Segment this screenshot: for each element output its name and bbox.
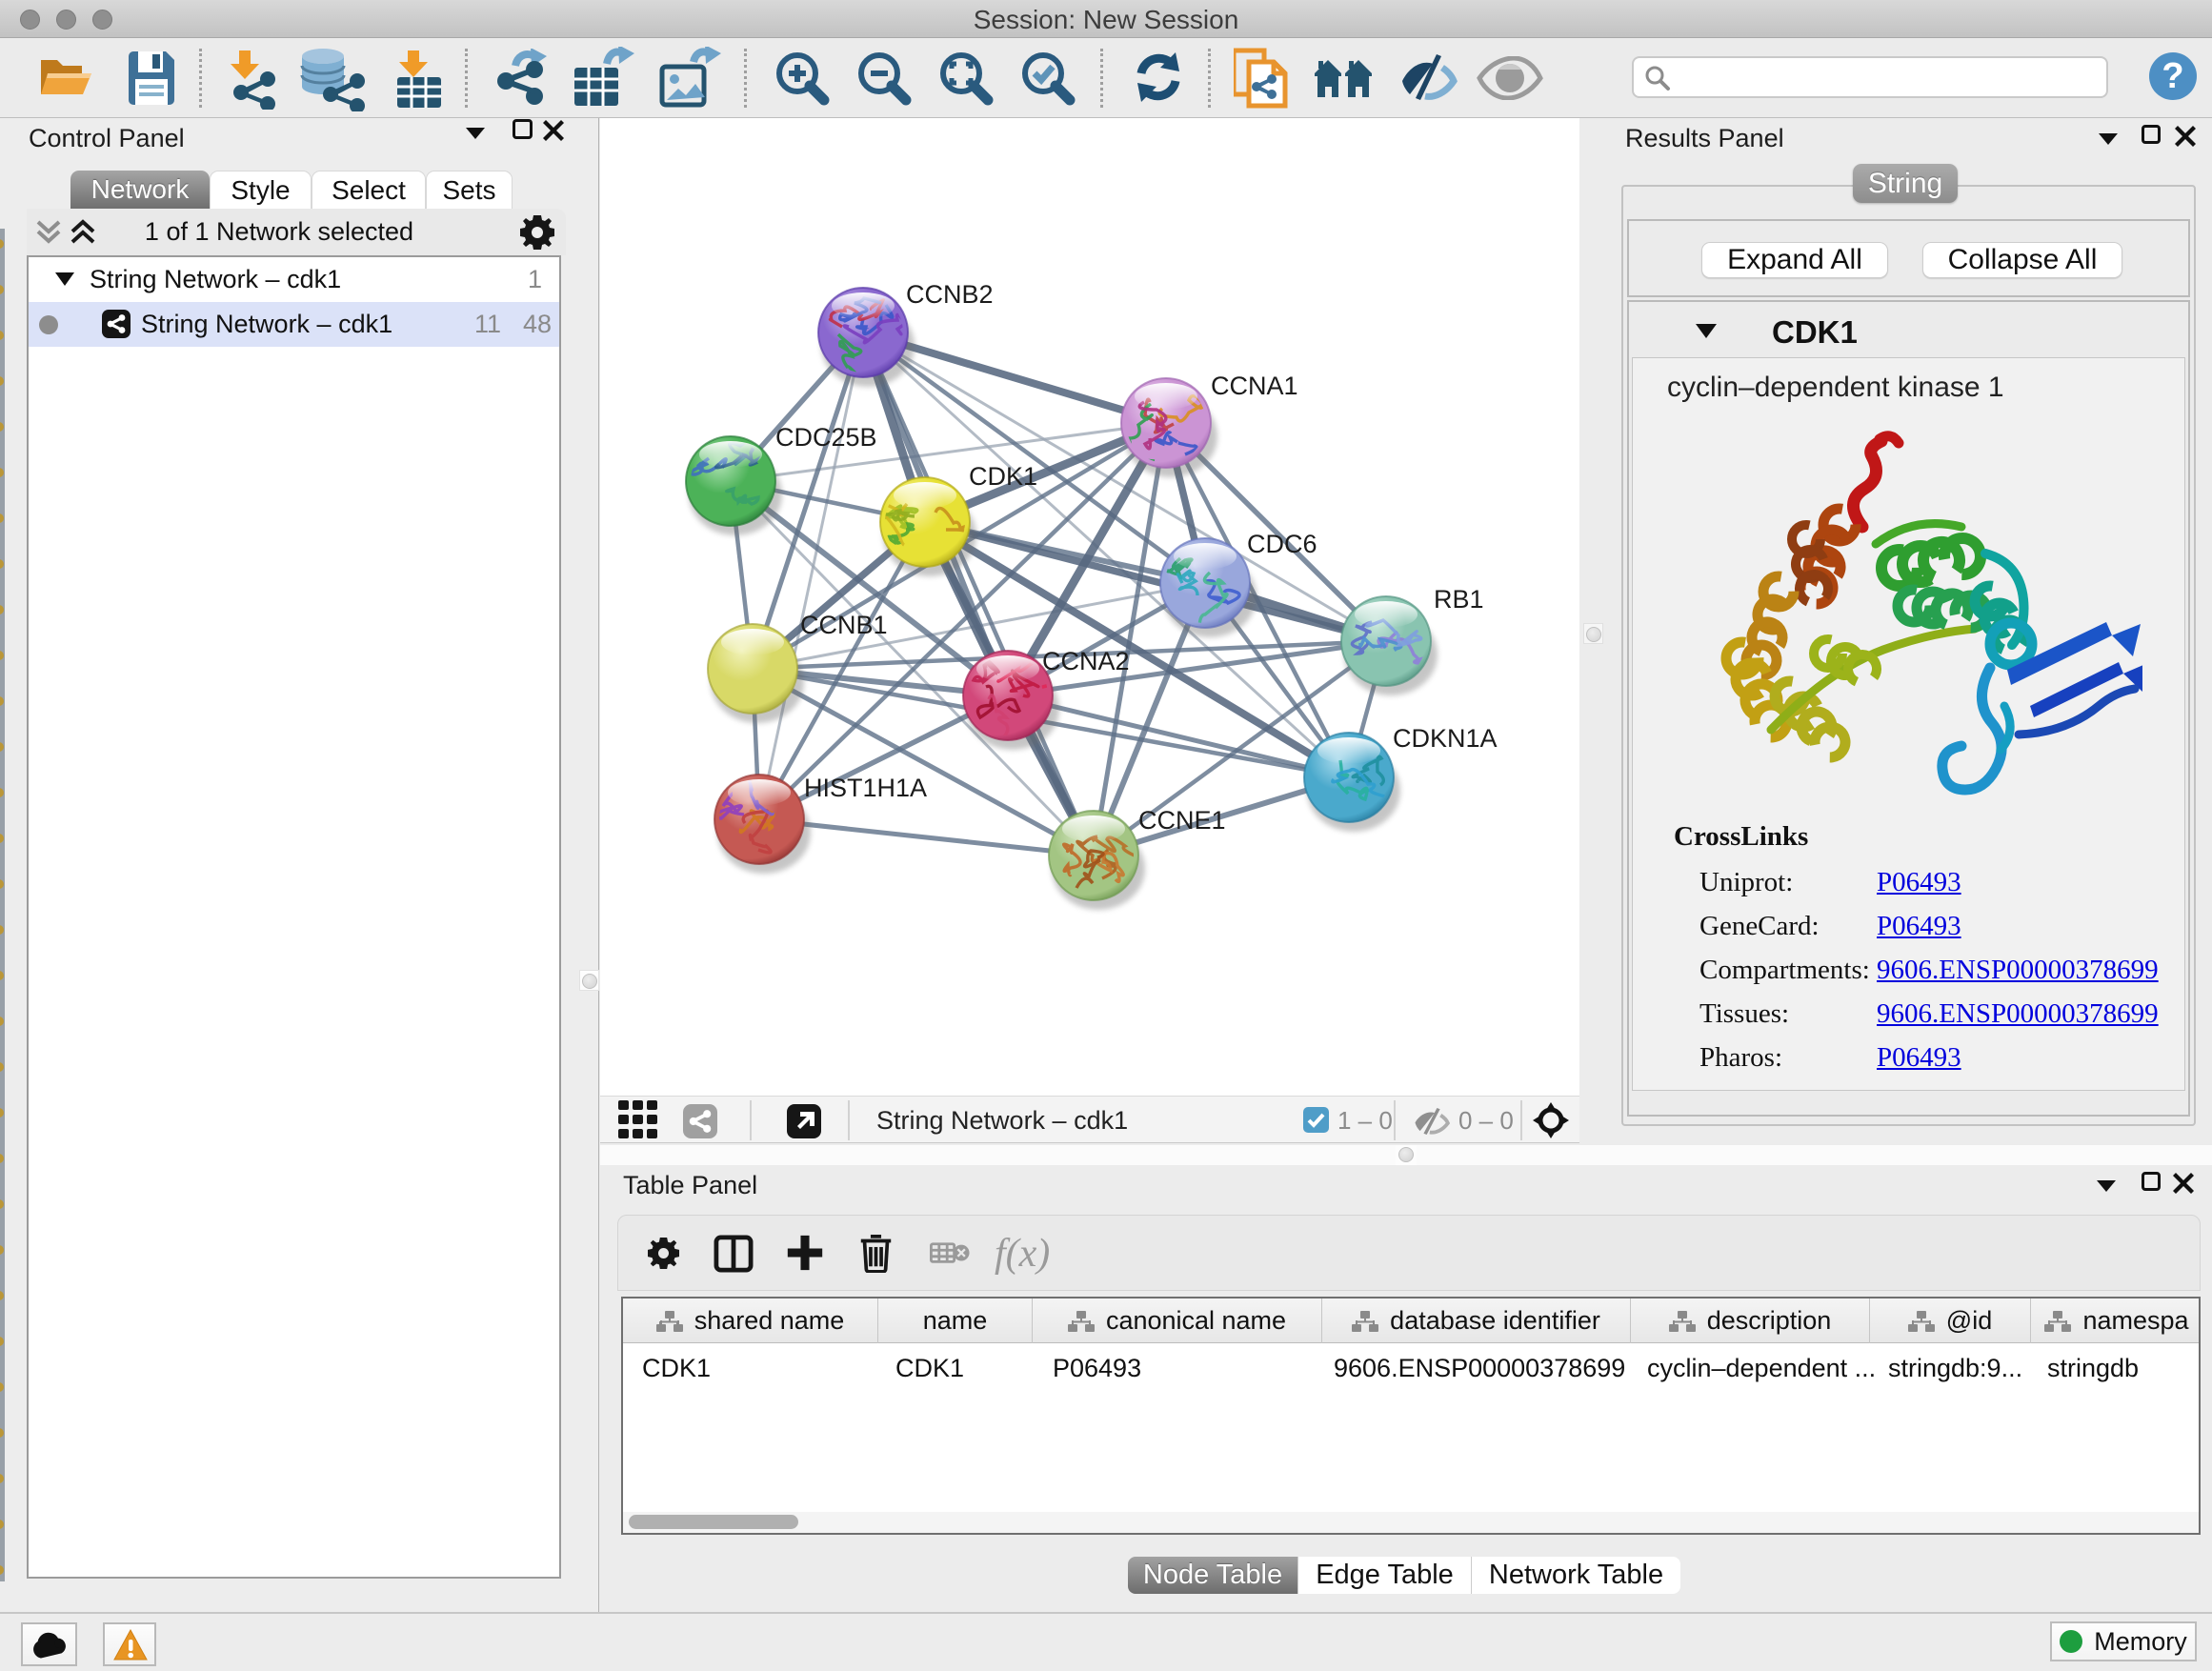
svg-text:RB1: RB1	[1434, 585, 1484, 614]
svg-text:CCNA1: CCNA1	[1211, 372, 1298, 400]
svg-text:CCNB2: CCNB2	[906, 280, 994, 309]
svg-text:CCNE1: CCNE1	[1138, 806, 1226, 835]
svg-text:CDK1: CDK1	[969, 462, 1037, 491]
svg-text:CCNA2: CCNA2	[1042, 647, 1130, 675]
svg-text:CDKN1A: CDKN1A	[1393, 724, 1498, 753]
svg-text:CCNB1: CCNB1	[800, 611, 888, 639]
svg-text:CDC6: CDC6	[1247, 530, 1317, 558]
svg-text:CDC25B: CDC25B	[775, 423, 877, 452]
svg-text:HIST1H1A: HIST1H1A	[804, 774, 927, 802]
